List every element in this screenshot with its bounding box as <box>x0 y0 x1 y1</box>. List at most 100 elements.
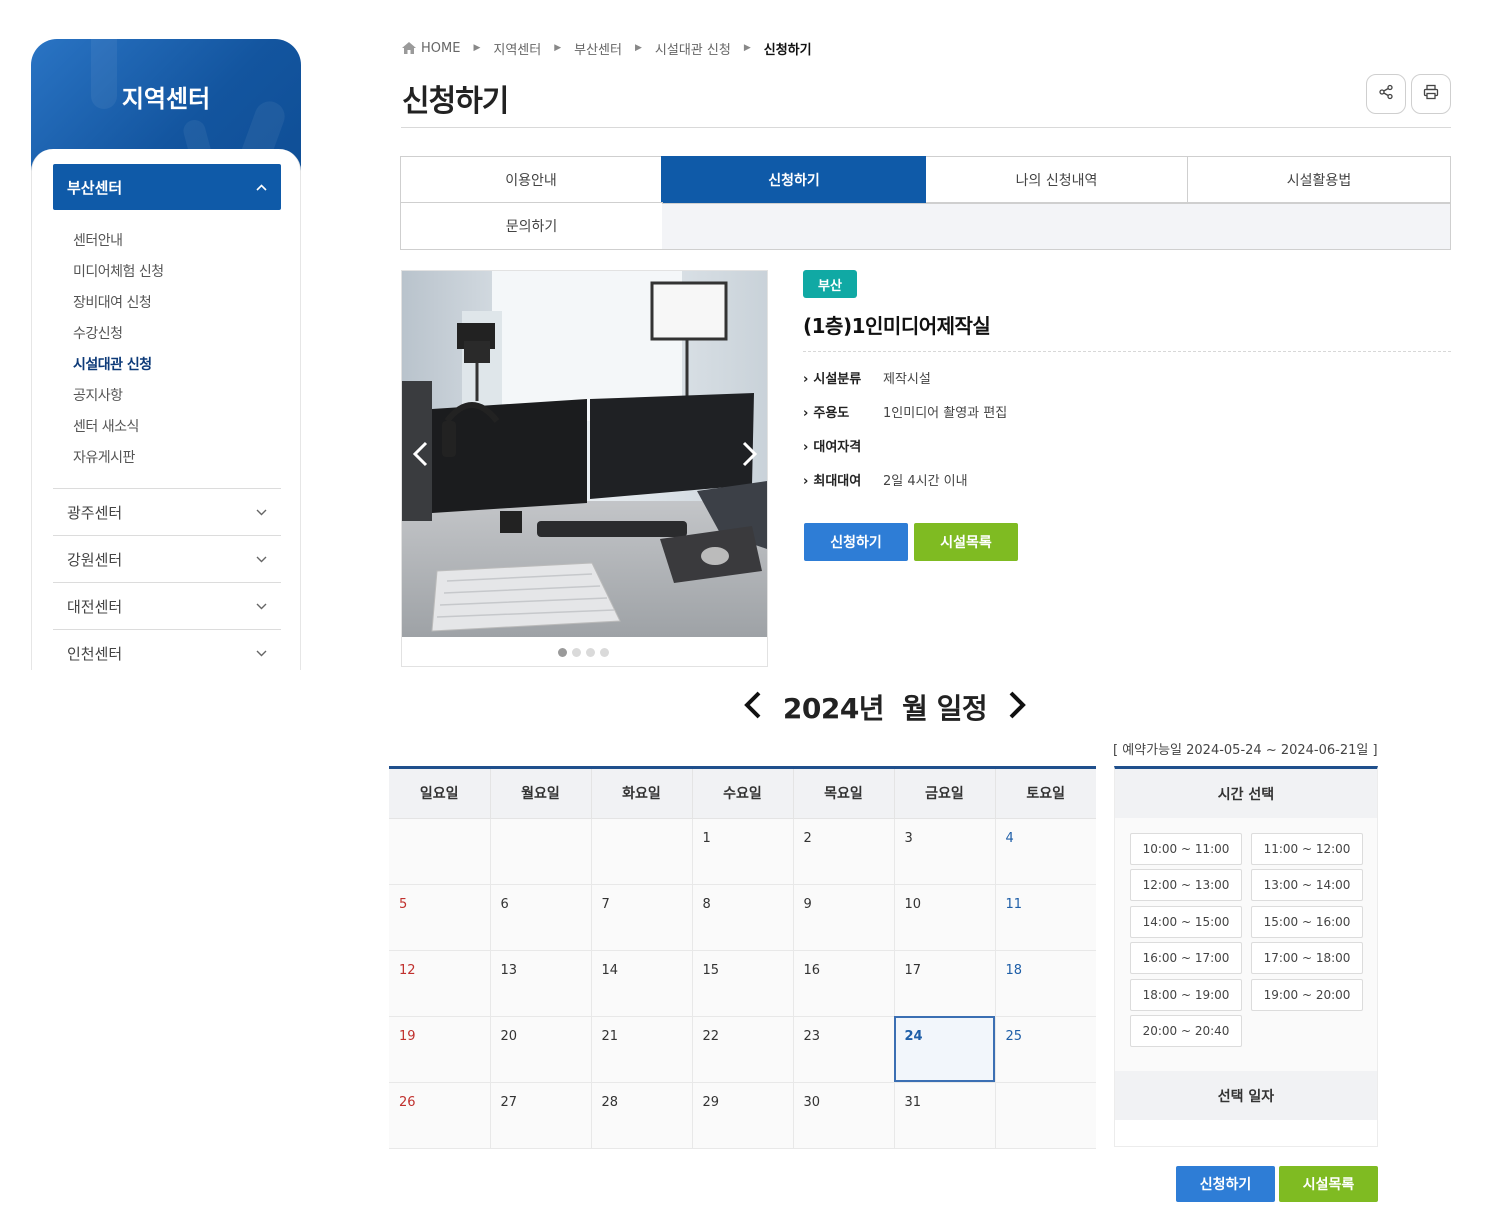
tab-facility-usage[interactable]: 시설활용법 <box>1187 156 1451 203</box>
prev-month-button[interactable] <box>740 689 766 725</box>
calendar-day[interactable]: 20 <box>490 1016 592 1083</box>
breadcrumb-region-center[interactable]: 지역센터 <box>493 39 541 58</box>
calendar-day[interactable]: 10 <box>894 884 996 951</box>
breadcrumb-separator-icon: ▶ <box>743 43 751 53</box>
chevron-down-icon <box>256 505 267 520</box>
sidebar-item-label: 인천센터 <box>67 644 123 663</box>
calendar-day[interactable]: 3 <box>894 818 996 885</box>
sidebar-item-gangwon[interactable]: 강원센터 <box>53 535 281 582</box>
sidebar-item-gwangju[interactable]: 광주센터 <box>53 488 281 535</box>
calendar-day[interactable]: 1 <box>692 818 794 885</box>
submenu-free-board[interactable]: 자유게시판 <box>73 447 164 478</box>
calendar-day[interactable]: 9 <box>793 884 895 951</box>
calendar-day[interactable]: 22 <box>692 1016 794 1083</box>
calendar-day[interactable]: 7 <box>591 884 693 951</box>
chevron-down-icon <box>256 646 267 661</box>
submenu-facility-rental[interactable]: 시설대관 신청 <box>73 354 164 385</box>
calendar-day[interactable]: 28 <box>591 1082 693 1149</box>
sidebar-item-label: 대전센터 <box>67 597 123 616</box>
time-slot[interactable]: 17:00 ~ 18:00 <box>1251 942 1363 974</box>
time-slot[interactable]: 20:00 ~ 20:40 <box>1130 1015 1242 1047</box>
apply-button[interactable]: 신청하기 <box>804 523 908 561</box>
calendar-title: 2024년 월 일정 <box>783 687 988 727</box>
calendar-day[interactable]: 11 <box>995 884 1096 951</box>
time-slot[interactable]: 14:00 ~ 15:00 <box>1130 906 1242 938</box>
weekday-header: 목요일 <box>793 769 895 819</box>
sidebar-item-label: 강원센터 <box>67 550 123 569</box>
calendar-day[interactable]: 30 <box>793 1082 895 1149</box>
submenu-course-apply[interactable]: 수강신청 <box>73 323 164 354</box>
info-row-category: 시설분류 제작시설 <box>803 368 1007 402</box>
breadcrumb-home[interactable]: HOME <box>421 41 460 56</box>
calendar-day[interactable]: 19 <box>389 1016 491 1083</box>
calendar-day[interactable]: 13 <box>490 950 592 1017</box>
sidebar-item-busan[interactable]: 부산센터 <box>53 164 281 210</box>
chevron-down-icon <box>256 552 267 567</box>
facility-list-button[interactable]: 시설목록 <box>914 523 1018 561</box>
slider-dot-2[interactable] <box>572 648 581 657</box>
bottom-apply-button[interactable]: 신청하기 <box>1176 1166 1275 1202</box>
calendar-day[interactable]: 31 <box>894 1082 996 1149</box>
calendar-day[interactable]: 21 <box>591 1016 693 1083</box>
print-button[interactable] <box>1411 74 1451 114</box>
breadcrumb-separator-icon: ▶ <box>634 43 642 53</box>
sidebar-item-daejeon[interactable]: 대전센터 <box>53 582 281 629</box>
next-month-button[interactable] <box>1004 689 1030 725</box>
facility-photo <box>402 271 767 637</box>
tab-usage-guide[interactable]: 이용안내 <box>400 156 662 203</box>
tab-inquiry[interactable]: 문의하기 <box>400 202 663 250</box>
chevron-right-icon <box>1004 691 1030 725</box>
sidebar-item-label: 광주센터 <box>67 503 123 522</box>
submenu-center-info[interactable]: 센터안내 <box>73 230 164 261</box>
submenu-notice[interactable]: 공지사항 <box>73 385 164 416</box>
time-slot[interactable]: 10:00 ~ 11:00 <box>1130 833 1242 865</box>
tab-apply[interactable]: 신청하기 <box>661 156 927 203</box>
time-slot[interactable]: 11:00 ~ 12:00 <box>1251 833 1363 865</box>
slider-dot-1[interactable] <box>558 648 567 657</box>
calendar-day[interactable]: 15 <box>692 950 794 1017</box>
tab-my-applications[interactable]: 나의 신청내역 <box>926 156 1188 203</box>
time-slot[interactable]: 13:00 ~ 14:00 <box>1251 869 1363 901</box>
slider-dot-4[interactable] <box>600 648 609 657</box>
time-slot[interactable]: 12:00 ~ 13:00 <box>1130 869 1242 901</box>
info-row-purpose: 주용도 1인미디어 촬영과 편집 <box>803 402 1007 436</box>
calendar-day[interactable]: 23 <box>793 1016 895 1083</box>
share-button[interactable] <box>1366 74 1406 114</box>
time-slot[interactable]: 15:00 ~ 16:00 <box>1251 906 1363 938</box>
info-value: 2일 4시간 이내 <box>883 474 968 489</box>
calendar-day[interactable]: 18 <box>995 950 1096 1017</box>
calendar-day[interactable]: 29 <box>692 1082 794 1149</box>
submenu-center-news[interactable]: 센터 새소식 <box>73 416 164 447</box>
time-slot[interactable]: 16:00 ~ 17:00 <box>1130 942 1242 974</box>
calendar-day[interactable]: 2 <box>793 818 895 885</box>
calendar-day-today[interactable]: 24 <box>894 1016 996 1083</box>
submenu-media-experience[interactable]: 미디어체험 신청 <box>73 261 164 292</box>
time-slot[interactable]: 18:00 ~ 19:00 <box>1130 979 1242 1011</box>
calendar-day[interactable]: 8 <box>692 884 794 951</box>
time-slot[interactable]: 19:00 ~ 20:00 <box>1251 979 1363 1011</box>
calendar-day[interactable]: 4 <box>995 818 1096 885</box>
calendar-day[interactable]: 27 <box>490 1082 592 1149</box>
info-row-eligibility: 대여자격 <box>803 436 1007 470</box>
calendar-day[interactable]: 25 <box>995 1016 1096 1083</box>
info-value: 제작시설 <box>883 372 931 387</box>
breadcrumb-busan-center[interactable]: 부산센터 <box>574 39 622 58</box>
calendar-day[interactable]: 16 <box>793 950 895 1017</box>
slider-prev-button[interactable] <box>406 439 436 469</box>
calendar-day[interactable]: 12 <box>389 950 491 1017</box>
calendar-day[interactable]: 26 <box>389 1082 491 1149</box>
sidebar-item-incheon[interactable]: 인천센터 <box>53 629 281 676</box>
page-title: 신청하기 <box>402 84 509 119</box>
calendar-day[interactable]: 14 <box>591 950 693 1017</box>
submenu-equipment-rental[interactable]: 장비대여 신청 <box>73 292 164 323</box>
calendar-day[interactable]: 17 <box>894 950 996 1017</box>
calendar-day[interactable]: 5 <box>389 884 491 951</box>
slider-dot-3[interactable] <box>586 648 595 657</box>
facility-name: (1층)1인미디어제작실 <box>803 314 991 338</box>
calendar-week: 1 2 3 4 <box>389 818 1096 885</box>
slider-next-button[interactable] <box>734 439 764 469</box>
calendar-day[interactable]: 6 <box>490 884 592 951</box>
info-divider <box>803 351 1451 352</box>
bottom-facility-list-button[interactable]: 시설목록 <box>1279 1166 1378 1202</box>
breadcrumb-facility-rental[interactable]: 시설대관 신청 <box>655 39 731 58</box>
